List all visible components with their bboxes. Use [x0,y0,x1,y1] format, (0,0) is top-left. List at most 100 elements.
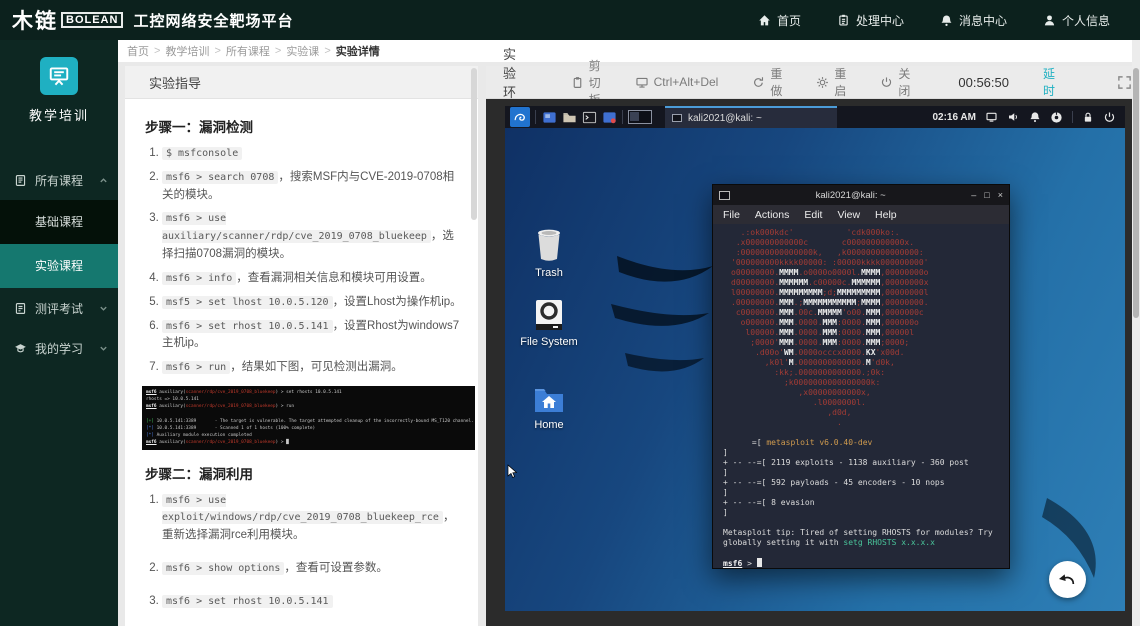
kali-desktop[interactable]: kali2021@kali: ~ 02:16 AM Trash File Syst… [505,106,1125,611]
sidebar-module-teaching[interactable]: 教学培训 [0,40,118,130]
taskbar-separator [535,110,536,124]
window-controls: –□ × [971,190,1003,200]
terminal-line: globally setting it with setg RHOSTS x.x… [723,538,1009,548]
kali-taskbar: kali2021@kali: ~ 02:16 AM [505,106,1125,128]
breadcrumb-item[interactable]: 首页 [127,43,149,59]
back-arrow-icon [1056,568,1080,592]
desktop-icon-home-label: Home [511,419,587,431]
shutdown-button[interactable]: 关闭 [880,65,910,99]
back-button[interactable] [1049,561,1086,598]
guide-step: msf5 > set lhost 10.0.5.120，设置Lhost为操作机i… [162,294,464,312]
guide-section-heading: 步骤二：漏洞利用 [145,463,464,483]
menu-help[interactable]: Help [875,209,897,221]
terminal-window[interactable]: kali2021@kali: ~ –□ × File Actions Edit View… [712,184,1010,569]
sidebar-item-exam[interactable]: 测评考试 [0,288,118,328]
notifications-icon[interactable] [1029,111,1041,123]
sidebar-menu: 所有课程基础课程实验课程测评考试我的学习 [0,160,118,368]
close-button[interactable]: × [998,190,1003,200]
kali-menu-button[interactable] [510,107,530,127]
guide-step-command: msf6 > search 0708 [162,171,278,184]
desktop-icon-trash-label: Trash [511,267,587,279]
terminal-line: '000000000kkkk00000: :00000kkkk000000000… [731,258,1009,268]
home-folder-icon [511,386,587,414]
guide-steps: $ msfconsolemsf6 > search 0708，搜索MSF内与CV… [145,145,464,377]
guide-step: msf6 > use exploit/windows/rdp/cve_2019_… [162,492,464,545]
folder-app-icon[interactable] [561,109,577,125]
desktop-icon-filesystem[interactable]: File System [511,299,587,348]
taskbar-apps [541,109,617,125]
nav-profile[interactable]: 个人信息 [1043,12,1110,29]
minimize-button[interactable]: – [971,190,976,200]
terminal-line: .:ok000kdc' 'cdk000ko:. [731,228,1009,238]
guide-step: msf6 > set rhost 10.0.5.141 [162,593,464,611]
desktop-icon-home[interactable]: Home [511,386,587,431]
guide-step: $ msfconsole [162,145,464,163]
breadcrumb-item[interactable]: 实验课 [286,43,319,59]
terminal-window-title: kali2021@kali: ~ [730,190,971,201]
sidebar-module-label: 教学培训 [0,105,118,124]
guide-body[interactable]: 步骤一：漏洞检测$ msfconsolemsf6 > search 0708，搜… [125,100,478,626]
sidebar-item-my-study-label: 我的学习 [35,340,83,357]
terminal-titlebar[interactable]: kali2021@kali: ~ –□ × [713,185,1009,205]
guide-step-text: ，查看漏洞相关信息和模块可用设置。 [236,272,432,284]
menu-edit[interactable]: Edit [804,209,822,221]
lock-icon[interactable] [1082,111,1094,124]
nav-process-center[interactable]: 处理中心 [837,12,904,29]
notes-app-icon[interactable] [601,109,617,125]
nav-message-center[interactable]: 消息中心 [940,12,1007,29]
terminal-app-icon[interactable] [581,109,597,125]
menu-actions[interactable]: Actions [755,209,789,221]
guide-step: msf6 > show options，查看可设置参数。 [162,560,464,578]
network-icon[interactable] [1050,111,1063,124]
desktop-icon-trash[interactable]: Trash [511,228,587,279]
restart-button[interactable]: 重启 [816,65,846,99]
breadcrumb-item[interactable]: 实验详情 [336,43,380,59]
page-scrollbar-thumb[interactable] [1133,68,1139,318]
workspace-switcher[interactable] [628,110,652,124]
courses-icon [14,174,27,187]
terminal-line: ] [723,448,1009,458]
terminal-line: ,x00000000000x, [731,388,1009,398]
menu-file[interactable]: File [723,209,740,221]
nav-home[interactable]: 首页 [758,12,801,29]
terminal-line: . [731,418,1009,428]
guide-step-command: msf6 > info [162,272,236,285]
sidebar-item-all-courses[interactable]: 所有课程 [0,160,118,200]
sidebar-subitem-basic-courses[interactable]: 基础课程 [0,200,118,244]
menu-view[interactable]: View [837,209,860,221]
board-icon [40,57,78,95]
breadcrumb-separator: > [154,45,160,57]
breadcrumb-separator: > [214,45,220,57]
taskbar-separator [622,110,623,124]
sidebar-item-exam-label: 测评考试 [35,300,83,317]
terminal-output[interactable]: .:ok000kdc' 'cdk000ko:. .x000000000000c … [713,225,1009,568]
redo-button[interactable]: 重做 [752,65,782,99]
sidebar-subitem-lab-courses[interactable]: 实验课程 [0,244,118,288]
terminal-log-line: [*] 10.0.5.141:3389 - Scanned 1 of 1 hos… [146,425,471,432]
taskbar-window-button[interactable]: kali2021@kali: ~ [665,106,837,128]
ctrl-alt-del-button[interactable]: Ctrl+Alt+Del [635,75,719,89]
logout-icon[interactable] [1103,111,1116,124]
terminal-line: ,k0l'M.0000000000000.M'd0k, [731,358,1009,368]
terminal-screenshot: msf6 auxiliary(scanner/rdp/cve_2019_0708… [142,386,475,450]
sidebar-item-my-study[interactable]: 我的学习 [0,328,118,368]
fullscreen-icon[interactable] [1117,75,1132,90]
clipboard-icon [571,76,584,89]
guide-step-text: ，结果如下图，可见检测出漏洞。 [230,361,403,373]
maximize-button[interactable]: □ [984,190,989,200]
guide-scrollbar[interactable] [471,68,477,220]
terminal-line: l00000000.MMMMMMMMM;d;MMMMMMMMM,00000000… [731,288,1009,298]
sidebar-item-all-courses-label: 所有课程 [35,172,83,189]
terminal-line: o000000.MMM.0000.MMM:0000.MMM,000000o [731,318,1009,328]
delay-button[interactable]: 延时 [1043,65,1055,99]
breadcrumb-item[interactable]: 所有课程 [226,43,270,59]
main-content: 首页>教学培训>所有课程>实验课>实验详情 实验指导 步骤一：漏洞检测$ msf… [118,40,1140,626]
guide-step: msf6 > info，查看漏洞相关信息和模块可用设置。 [162,270,464,288]
volume-icon[interactable] [1007,111,1020,123]
page-scrollbar[interactable] [1132,40,1140,626]
display-icon[interactable] [985,111,998,123]
breadcrumb-item[interactable]: 教学培训 [165,43,209,59]
files-app-icon[interactable] [541,109,557,125]
clock: 02:16 AM [932,112,976,123]
panels: 实验指导 步骤一：漏洞检测$ msfconsolemsf6 > search 0… [125,66,1132,626]
